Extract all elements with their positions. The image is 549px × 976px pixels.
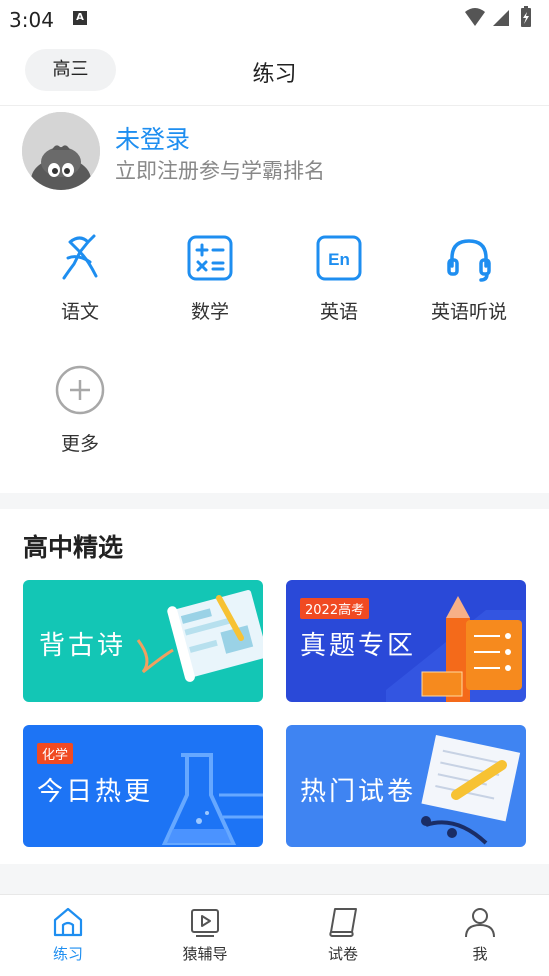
card-past-exams[interactable]: 2022高考 真题专区: [286, 580, 526, 702]
subject-label: 英语听说: [430, 301, 507, 323]
subject-english-listening[interactable]: 英语听说: [414, 232, 524, 324]
notification-icon: A: [73, 11, 87, 25]
subject-label: 英语: [319, 301, 358, 323]
math-icon: [187, 235, 233, 281]
app-header: 高三 练习: [0, 38, 549, 106]
card-daily-update[interactable]: 化学 今日热更: [23, 725, 263, 847]
system-status-icons: [465, 6, 531, 27]
nav-practice[interactable]: 练习: [13, 905, 123, 964]
card-popular-papers[interactable]: 热门试卷: [286, 725, 526, 847]
nav-yuanfudao[interactable]: 猿辅导: [150, 905, 260, 964]
nav-label: 练习: [52, 945, 83, 963]
card-title: 真题专区: [300, 631, 417, 661]
card-ancient-poetry[interactable]: 背古诗: [23, 580, 263, 702]
user-icon: [465, 908, 495, 938]
section-divider: [0, 864, 549, 894]
section-divider: [0, 493, 549, 509]
grade-select-button[interactable]: 高三: [25, 49, 116, 91]
headphones-icon: [447, 239, 491, 282]
status-time: 3:04: [9, 8, 54, 32]
wifi-icon: [465, 8, 485, 26]
nav-label: 试卷: [327, 945, 358, 963]
card-title: 热门试卷: [300, 777, 417, 807]
default-avatar-icon: [22, 112, 100, 190]
avatar[interactable]: [22, 112, 100, 190]
svg-text:En: En: [328, 250, 350, 269]
paper-icon: [329, 908, 357, 937]
subject-tag: 化学: [37, 743, 74, 764]
video-play-icon: [191, 909, 219, 937]
login-subtitle: 立即注册参与学霸排名: [115, 159, 325, 183]
login-title[interactable]: 未登录: [115, 120, 190, 156]
home-icon: [53, 907, 83, 937]
nav-label: 我: [472, 945, 488, 963]
subject-math[interactable]: 数学: [155, 232, 265, 324]
section-title: 高中精选: [23, 533, 124, 562]
nav-label: 猿辅导: [182, 945, 228, 963]
subject-label: 数学: [190, 301, 229, 323]
plus-icon: [55, 365, 105, 415]
subject-chinese[interactable]: 语文: [25, 232, 135, 324]
english-icon: En: [316, 235, 362, 281]
profile-card[interactable]: 未登录 立即注册参与学霸排名: [0, 110, 549, 200]
subject-label: 语文: [60, 301, 99, 323]
card-title: 今日热更: [37, 777, 154, 807]
card-title: 背古诗: [39, 631, 127, 661]
nav-papers[interactable]: 试卷: [288, 905, 398, 964]
chinese-icon: [62, 234, 98, 280]
year-tag: 2022高考: [300, 598, 370, 619]
bottom-nav: 练习 猿辅导 试卷 我: [0, 894, 549, 976]
subject-more[interactable]: 更多: [25, 364, 135, 456]
nav-me[interactable]: 我: [425, 905, 535, 964]
subject-label: 更多: [60, 433, 99, 455]
subject-english[interactable]: En 英语: [284, 232, 394, 324]
status-bar: 3:04 A: [0, 0, 549, 38]
signal-icon: [493, 10, 509, 26]
